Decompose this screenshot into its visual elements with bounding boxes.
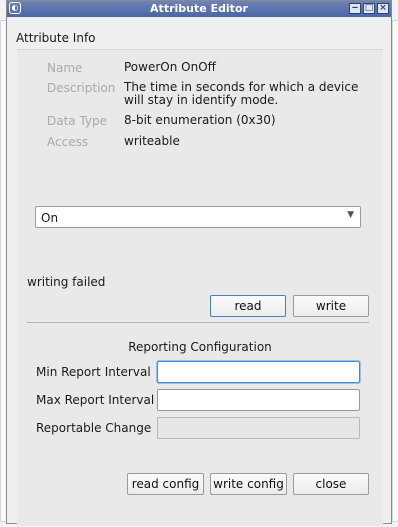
window-title: Attribute Editor xyxy=(150,2,248,15)
attribute-editor-window: ◐ Attribute Editor ‒ □ × Attribute Info … xyxy=(6,0,392,526)
read-config-button[interactable]: read config xyxy=(127,473,204,495)
max-report-interval-label: Max Report Interval xyxy=(36,393,155,407)
divider xyxy=(27,322,369,323)
info-key-description: Description xyxy=(47,81,116,95)
info-key-name: Name xyxy=(47,61,83,75)
min-report-interval-input[interactable] xyxy=(157,361,360,383)
write-config-button[interactable]: write config xyxy=(210,473,287,495)
value-combobox[interactable]: On ▼ xyxy=(35,206,361,228)
minimize-icon[interactable]: ‒ xyxy=(349,3,361,14)
info-value-name: PowerOn OnOff xyxy=(124,60,216,74)
max-report-interval-input[interactable] xyxy=(157,389,360,411)
reporting-config-title: Reporting Configuration xyxy=(128,340,272,354)
value-combobox-selected: On xyxy=(41,211,59,225)
attribute-info-title: Attribute Info xyxy=(16,31,96,45)
read-button[interactable]: read xyxy=(210,295,286,317)
info-key-access: Access xyxy=(47,135,89,149)
reportable-change-input xyxy=(157,417,360,439)
write-button[interactable]: write xyxy=(293,295,369,317)
reportable-change-label: Reportable Change xyxy=(36,421,152,435)
close-icon[interactable]: × xyxy=(377,3,389,14)
close-button[interactable]: close xyxy=(293,473,369,495)
title-bar[interactable]: ◐ Attribute Editor ‒ □ × xyxy=(7,1,391,17)
info-value-data-type: 8-bit enumeration (0x30) xyxy=(124,113,276,127)
info-value-description: The time in seconds for which a device w… xyxy=(124,80,359,107)
min-report-interval-label: Min Report Interval xyxy=(36,365,151,379)
background-panel-right xyxy=(392,20,398,522)
status-text: writing failed xyxy=(27,275,106,289)
info-key-data-type: Data Type xyxy=(47,114,108,128)
maximize-icon[interactable]: □ xyxy=(363,3,375,14)
info-value-access: writeable xyxy=(124,134,180,148)
chevron-down-icon[interactable]: ▼ xyxy=(347,210,354,220)
